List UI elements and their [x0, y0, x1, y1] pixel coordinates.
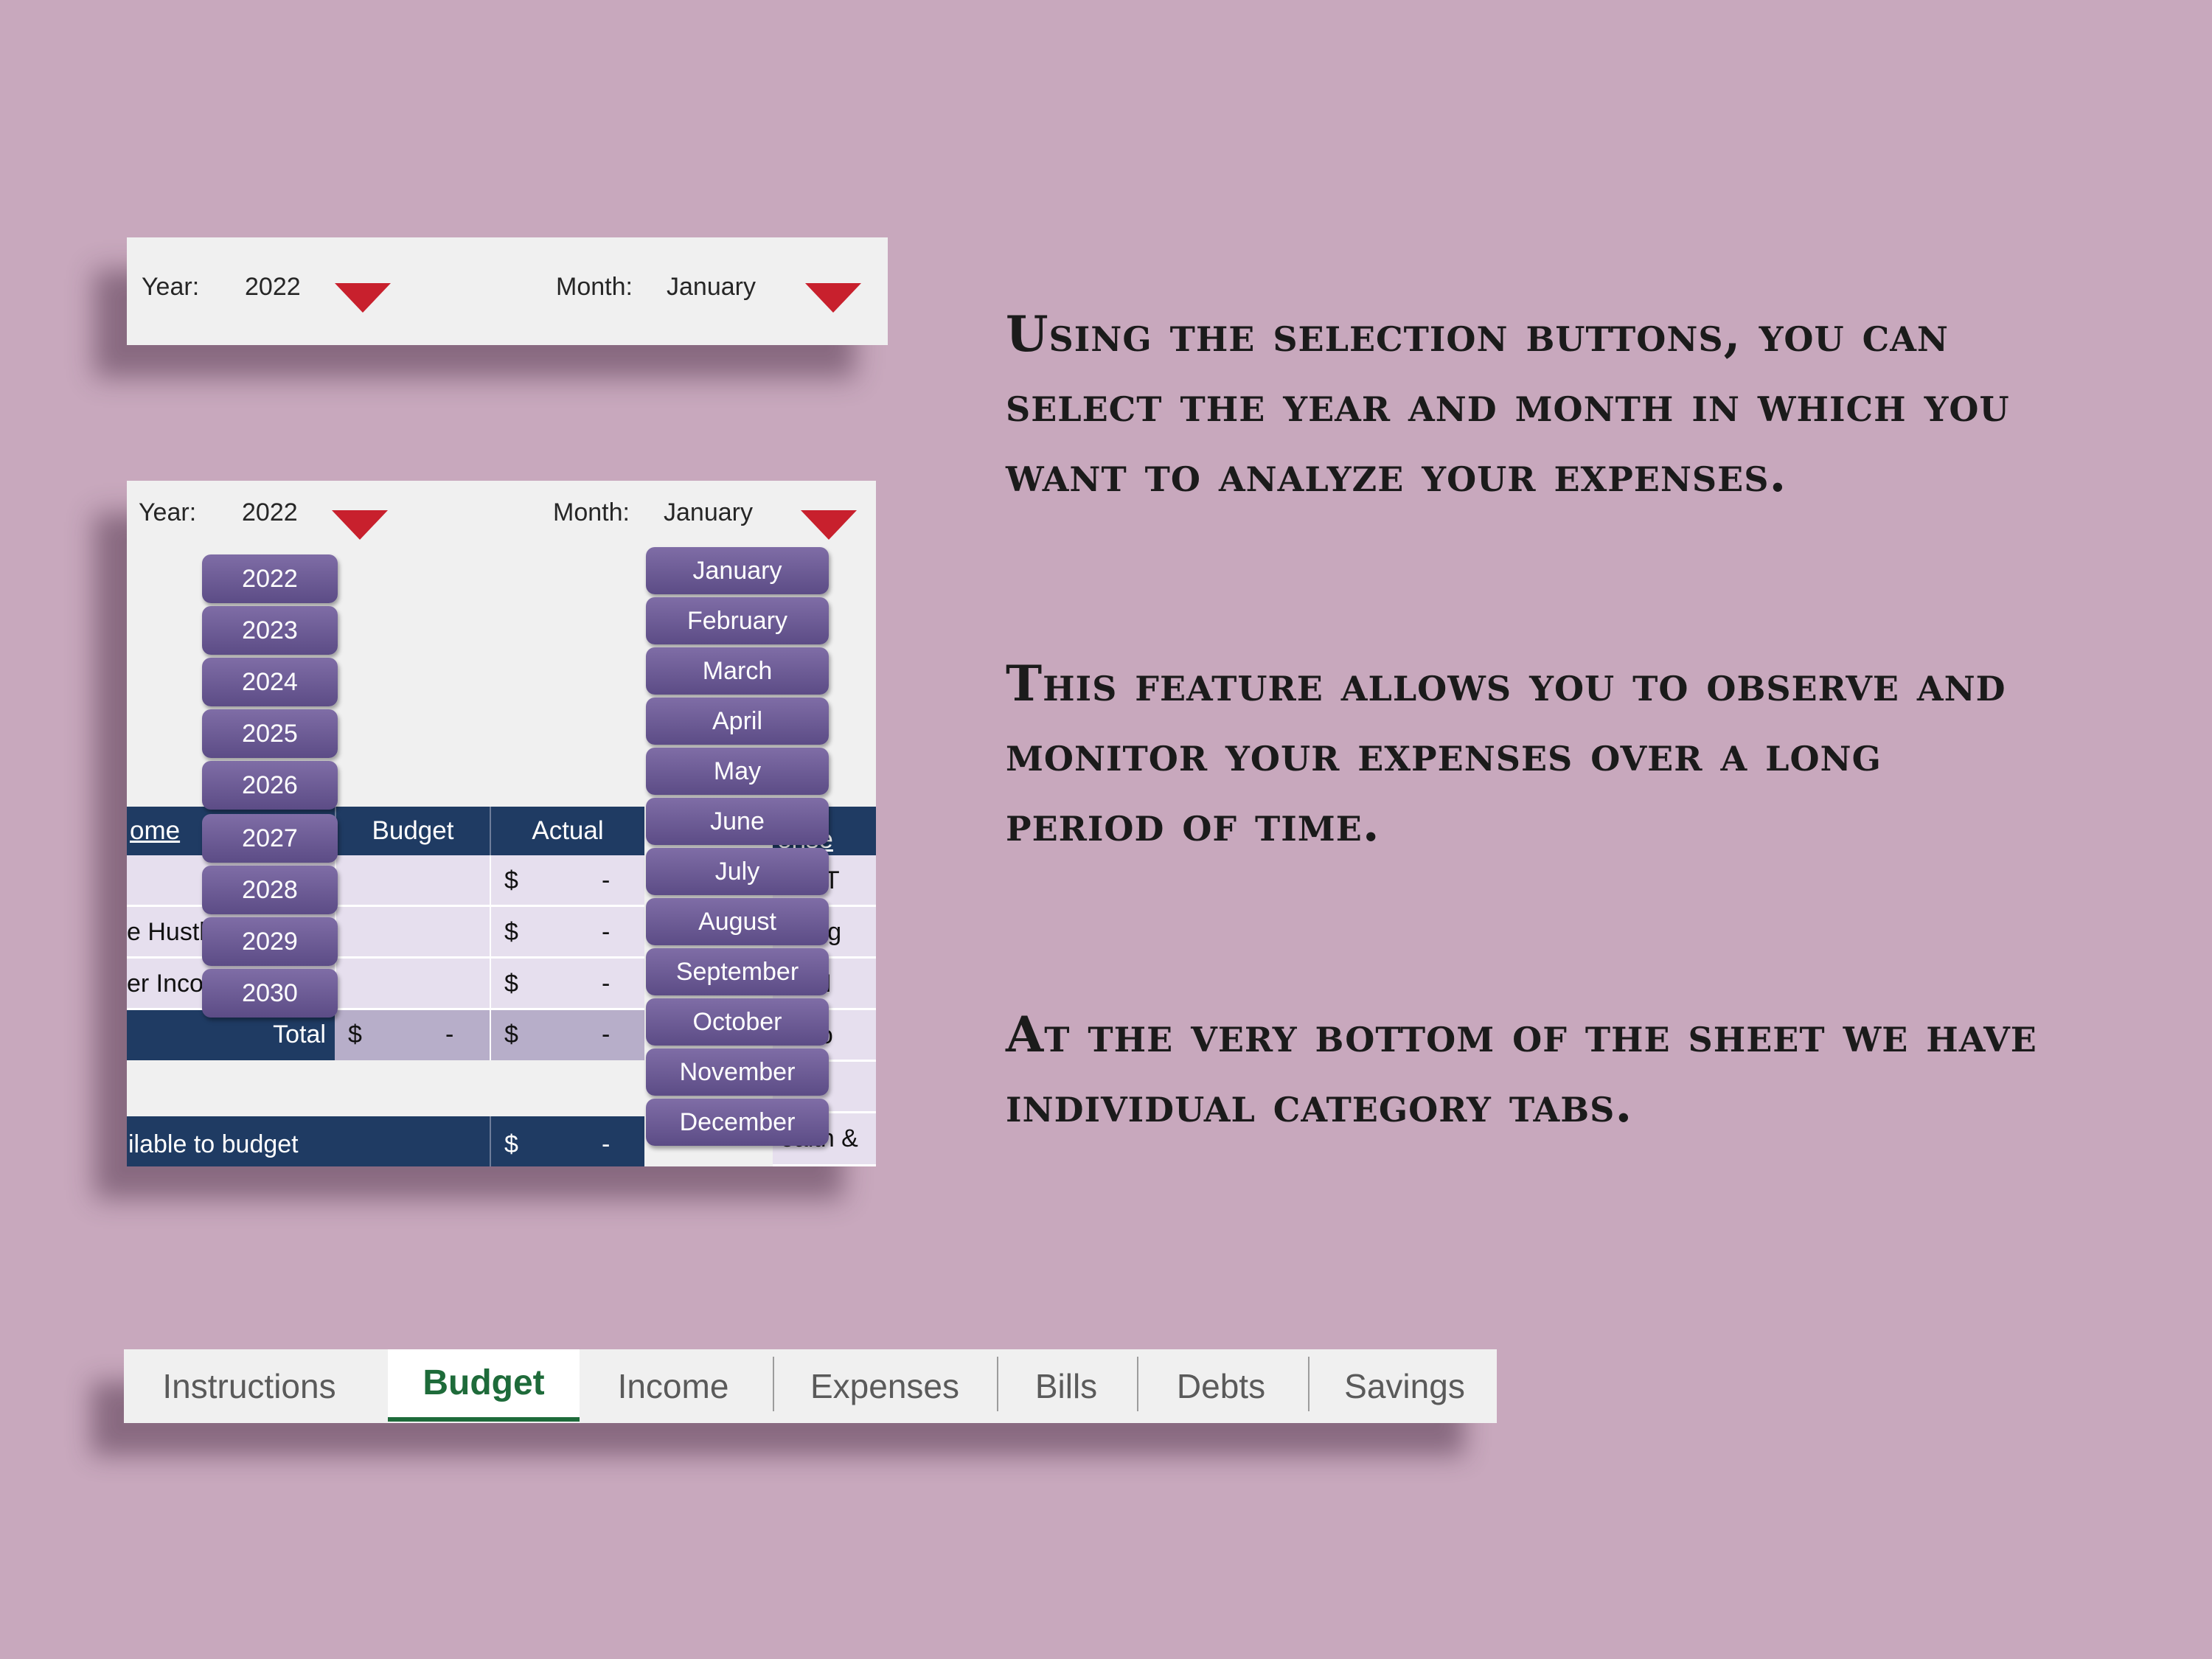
month-label: Month: [553, 498, 630, 526]
year-option[interactable]: 2024 [202, 658, 338, 706]
dropdown-demo-panel: Year: 2022 Month: January ome Budget Act… [127, 481, 876, 1166]
year-label: Year: [139, 498, 197, 526]
tab-expenses[interactable]: Expenses [783, 1352, 987, 1420]
currency-symbol: $ [504, 970, 518, 998]
amount-value: - [602, 970, 611, 998]
amount-value: - [602, 918, 611, 946]
year-option[interactable]: 2029 [202, 917, 338, 966]
tab-savings[interactable]: Savings [1318, 1352, 1491, 1420]
currency-symbol: $ [504, 918, 518, 946]
month-option[interactable]: October [646, 998, 829, 1046]
description-paragraph-1: Using the selection buttons, you can sel… [1006, 305, 2010, 503]
currency-symbol: $ [348, 1020, 362, 1048]
amount-value: - [602, 1020, 611, 1048]
income-row-actual[interactable]: $ - [490, 907, 644, 959]
tab-income[interactable]: Income [590, 1352, 757, 1420]
tab-separator [773, 1357, 774, 1411]
tab-instructions[interactable]: Instructions [139, 1352, 360, 1420]
year-month-selector-panel: Year: 2022 Month: January [127, 237, 888, 345]
income-row-actual[interactable]: $ - [490, 855, 644, 907]
tab-debts[interactable]: Debts [1147, 1352, 1295, 1420]
year-value: 2022 [245, 273, 301, 301]
year-label: Year: [142, 273, 200, 301]
month-option[interactable]: May [646, 748, 829, 795]
year-option[interactable]: 2028 [202, 866, 338, 914]
month-value: January [667, 273, 756, 301]
amount-value: - [602, 866, 611, 894]
month-option[interactable]: December [646, 1099, 829, 1146]
month-option[interactable]: July [646, 848, 829, 895]
currency-symbol: $ [504, 866, 518, 894]
total-label: Total [273, 1020, 326, 1048]
tab-bills[interactable]: Bills [1007, 1352, 1125, 1420]
tab-separator [1308, 1357, 1310, 1411]
available-to-budget-label: ilable to budget [127, 1116, 490, 1166]
year-dropdown-arrow-icon[interactable] [335, 283, 391, 313]
year-option[interactable]: 2025 [202, 709, 338, 758]
month-option[interactable]: April [646, 698, 829, 745]
amount-value: - [445, 1020, 454, 1048]
income-header-text: ome [130, 816, 181, 845]
month-option[interactable]: January [646, 547, 829, 594]
month-value: January [664, 498, 753, 526]
month-option[interactable]: September [646, 948, 829, 995]
year-option[interactable]: 2027 [202, 814, 338, 863]
total-row-label: Total [127, 1010, 335, 1060]
available-to-budget-amount: $ - [490, 1116, 644, 1166]
year-option[interactable]: 2026 [202, 761, 338, 810]
year-option[interactable]: 2023 [202, 606, 338, 655]
actual-column-header: Actual [490, 807, 644, 855]
year-option[interactable]: 2022 [202, 554, 338, 603]
year-value: 2022 [242, 498, 298, 526]
currency-symbol: $ [504, 1130, 518, 1158]
description-paragraph-2: This feature allows you to observe and m… [1006, 655, 2006, 852]
month-option[interactable]: March [646, 647, 829, 695]
currency-symbol: $ [504, 1020, 518, 1048]
tab-separator [1137, 1357, 1138, 1411]
tab-budget-label: Budget [422, 1363, 545, 1402]
income-row-budget[interactable] [335, 907, 490, 959]
month-option[interactable]: November [646, 1048, 829, 1096]
tab-separator [997, 1357, 998, 1411]
month-dropdown-arrow-icon[interactable] [805, 283, 861, 313]
total-budget: $ - [335, 1010, 490, 1060]
year-dropdown-arrow-icon[interactable] [332, 510, 388, 540]
income-row-budget[interactable] [335, 959, 490, 1010]
month-label: Month: [556, 273, 633, 301]
month-option[interactable]: February [646, 597, 829, 644]
year-option[interactable]: 2030 [202, 969, 338, 1018]
income-row-budget[interactable] [335, 855, 490, 907]
month-option[interactable]: August [646, 898, 829, 945]
budget-column-header: Budget [335, 807, 490, 855]
month-option[interactable]: June [646, 798, 829, 845]
description-paragraph-3: At the very bottom of the sheet we have … [1006, 1006, 2037, 1133]
total-actual: $ - [490, 1010, 644, 1060]
tab-budget-active[interactable]: Budget [388, 1349, 580, 1422]
income-row-actual[interactable]: $ - [490, 959, 644, 1010]
month-dropdown-arrow-icon[interactable] [801, 510, 857, 540]
amount-value: - [602, 1130, 611, 1158]
